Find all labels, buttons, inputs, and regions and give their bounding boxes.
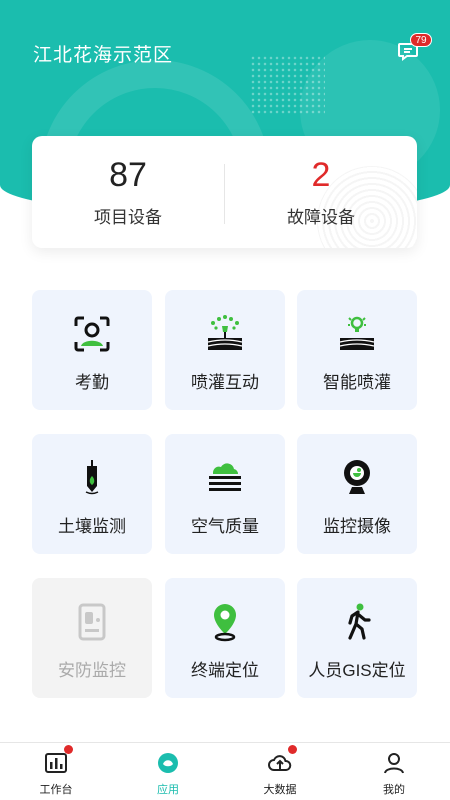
webcam-icon [344,460,370,494]
tab-mine[interactable]: 我的 [338,743,450,800]
tile-soil-monitoring[interactable]: 土壤监测 [32,434,152,554]
tile-security-monitoring[interactable]: 安防监控 [32,578,152,698]
location-pin-icon [214,604,236,642]
stat-value: 2 [311,156,331,194]
security-panel-icon [78,603,106,641]
stats-card: 87 项目设备 2 故障设备 [32,136,417,248]
tile-terminal-location[interactable]: 终端定位 [165,578,285,698]
tab-label: 应用 [157,784,179,796]
cloud-upload-icon [268,755,292,771]
user-icon [384,753,404,774]
stat-faulty-devices[interactable]: 2 故障设备 [225,136,417,248]
page-title: 江北花海示范区 [33,45,174,66]
tile-personnel-gis[interactable]: 人员GIS定位 [297,578,417,698]
tile-label: 考勤 [75,373,109,392]
soil-sensor-icon [85,460,99,495]
tab-big-data[interactable]: 大数据 [224,743,336,800]
tile-label: 智能喷灌 [323,373,391,392]
walking-person-icon [348,603,371,640]
notification-dot [64,745,73,754]
tile-label: 安防监控 [58,661,126,680]
tile-label: 监控摄像 [323,517,391,536]
tile-air-quality[interactable]: 空气质量 [165,434,285,554]
chart-icon [45,753,67,773]
stat-value: 87 [109,156,147,194]
tile-label: 土壤监测 [58,517,126,536]
tab-label: 大数据 [263,784,297,796]
stat-project-devices[interactable]: 87 项目设备 [32,136,224,248]
decor-dots [250,55,325,115]
tile-camera-monitoring[interactable]: 监控摄像 [297,434,417,554]
bottom-tab-bar: 工作台 应用 大数据 我的 [0,742,450,800]
face-scan-icon [74,316,110,352]
stat-label: 项目设备 [94,208,162,227]
tile-label: 空气质量 [191,517,259,536]
message-badge: 79 [410,33,432,47]
tile-label: 终端定位 [191,661,259,680]
notification-dot [288,745,297,754]
air-quality-icon [209,463,241,491]
tile-sprinkler-interaction[interactable]: 喷灌互动 [165,290,285,410]
smart-irrigation-icon [339,316,375,350]
tile-label: 喷灌互动 [191,373,259,392]
tile-attendance[interactable]: 考勤 [32,290,152,410]
tile-smart-irrigation[interactable]: 智能喷灌 [297,290,417,410]
sprinkler-icon [207,315,243,350]
tab-label: 工作台 [39,784,73,796]
tab-apps[interactable]: 应用 [112,743,224,800]
tab-label: 我的 [383,784,405,796]
stat-label: 故障设备 [287,208,355,227]
apps-icon [158,753,178,773]
tile-label: 人员GIS定位 [308,661,406,680]
tab-workbench[interactable]: 工作台 [0,743,112,800]
